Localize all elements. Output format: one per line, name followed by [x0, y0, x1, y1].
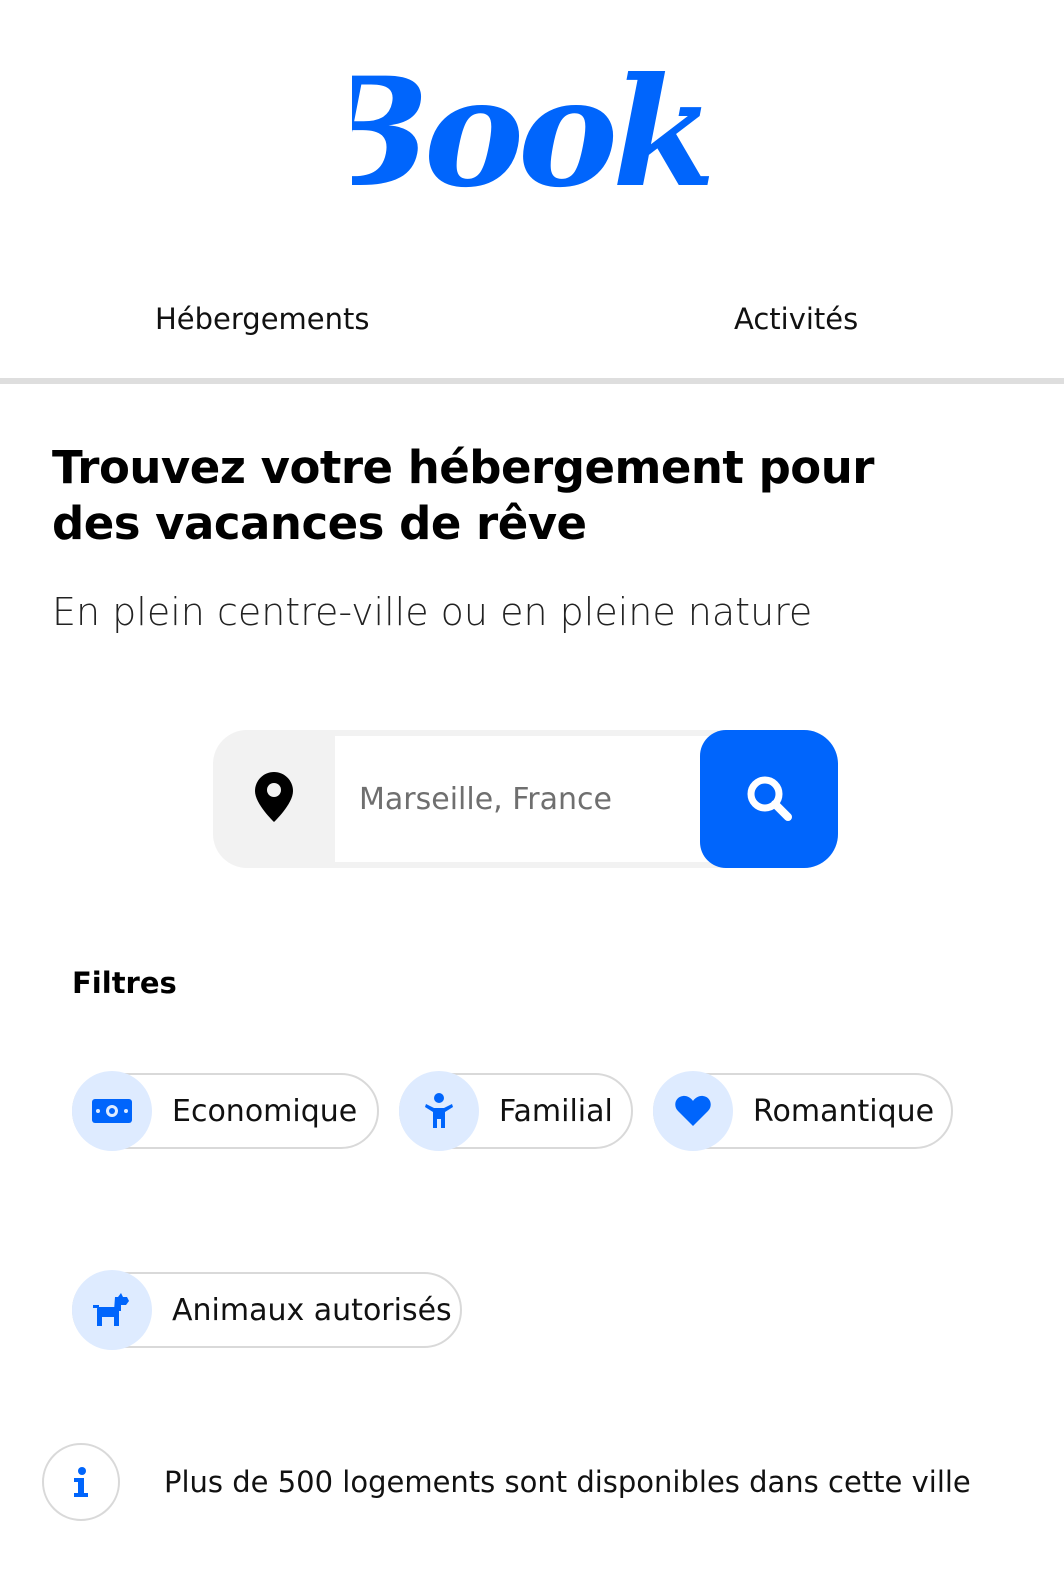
location-pin-area — [213, 730, 335, 868]
logo[interactable]: Booki — [0, 40, 1064, 224]
nav-divider — [0, 378, 1064, 384]
search-input[interactable] — [335, 736, 755, 862]
child-icon — [399, 1071, 479, 1151]
filter-label: Animaux autorisés — [172, 1292, 452, 1328]
search-icon — [744, 773, 794, 826]
filters-title: Filtres — [72, 966, 177, 1000]
logo-text: Booki — [352, 45, 712, 220]
filter-economique[interactable]: Economique — [72, 1071, 379, 1151]
dog-icon — [72, 1270, 152, 1350]
filter-label: Economique — [172, 1093, 358, 1129]
booki-logo: Booki — [352, 45, 712, 220]
page-title: Trouvez votre hébergement pour des vacan… — [52, 441, 874, 550]
info-icon — [42, 1443, 120, 1521]
filter-label: Romantique — [753, 1093, 935, 1129]
info-text: Plus de 500 logements sont disponibles d… — [164, 1465, 971, 1499]
filter-familial[interactable]: Familial — [399, 1071, 633, 1151]
filter-label: Familial — [499, 1093, 613, 1129]
filter-animaux-autorises[interactable]: Animaux autorisés — [72, 1270, 462, 1350]
info-banner: Plus de 500 logements sont disponibles d… — [42, 1443, 1042, 1521]
search-button[interactable] — [700, 730, 838, 868]
page-subtitle: En plein centre-ville ou en pleine natur… — [52, 590, 813, 634]
main-nav: Hébergements Activités — [0, 280, 1064, 380]
nav-item-hebergements[interactable]: Hébergements — [155, 302, 370, 336]
nav-item-activites[interactable]: Activités — [734, 302, 858, 336]
search-bar — [213, 730, 838, 868]
heart-icon — [653, 1071, 733, 1151]
map-pin-icon — [255, 772, 293, 826]
filter-romantique[interactable]: Romantique — [653, 1071, 953, 1151]
money-bill-icon — [72, 1071, 152, 1151]
